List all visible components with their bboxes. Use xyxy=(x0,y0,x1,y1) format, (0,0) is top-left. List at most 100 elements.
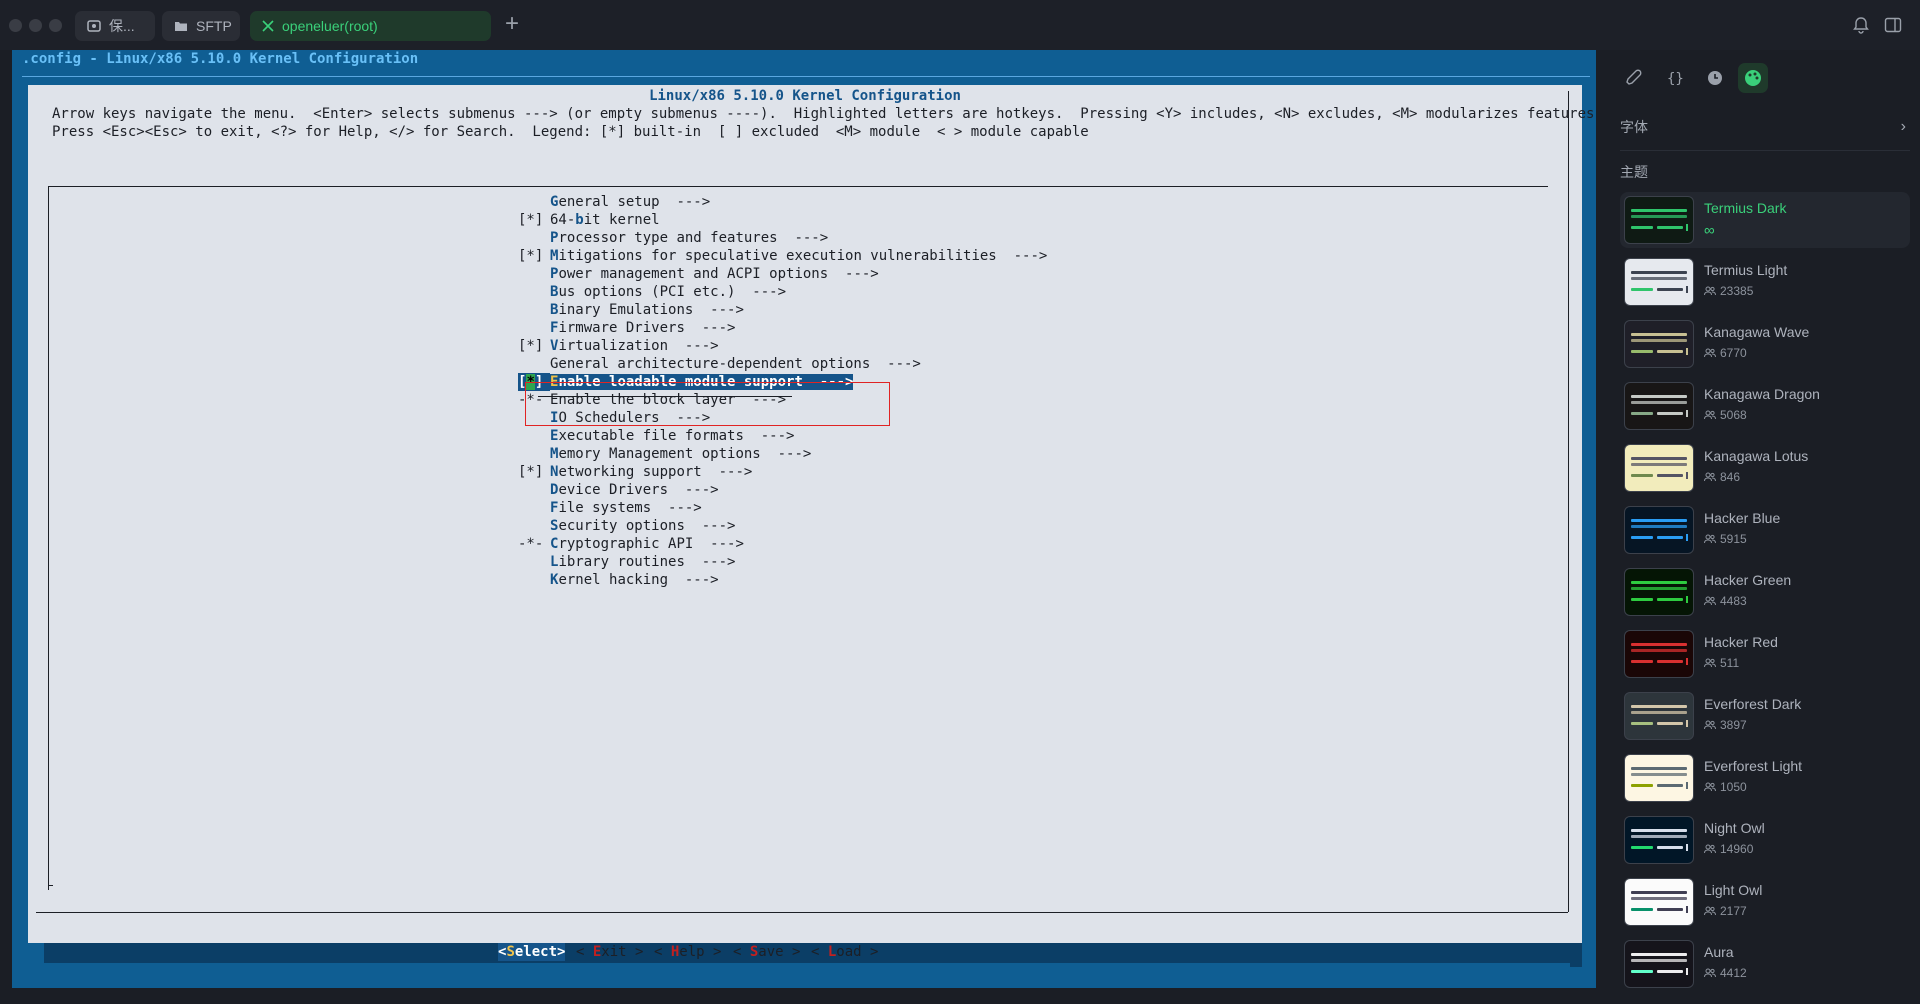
theme-card[interactable]: Light Owl 2177 xyxy=(1620,874,1910,930)
preview-cursor xyxy=(1686,348,1688,355)
menu-item[interactable]: Device Drivers ---> xyxy=(518,481,1047,499)
folder-icon xyxy=(175,22,187,31)
clock-icon[interactable] xyxy=(1704,67,1726,89)
dialog-button[interactable]: < Load > xyxy=(811,943,878,961)
menu-item[interactable]: Library routines ---> xyxy=(518,553,1047,571)
menu-item-text: ower management and ACPI options ---> xyxy=(558,266,879,282)
theme-card[interactable]: Everforest Light 1050 xyxy=(1620,750,1910,806)
font-section-label[interactable]: 字体 xyxy=(1620,117,1648,137)
menu-item-text: ecurity options ---> xyxy=(558,518,736,534)
menu-item-label: Executable file formats ---> xyxy=(550,428,794,444)
menu-item[interactable]: General setup ---> xyxy=(518,193,1047,211)
highlight-annotation xyxy=(525,382,890,426)
tab-terminal[interactable]: openeluer(root) xyxy=(250,11,491,41)
theme-card[interactable]: Kanagawa Dragon 5068 xyxy=(1620,378,1910,434)
download-count: 1050 xyxy=(1720,780,1747,794)
palette-button[interactable] xyxy=(1738,63,1768,93)
button-bracket: < xyxy=(654,944,671,960)
menu-item[interactable]: Kernel hacking ---> xyxy=(518,571,1047,589)
svg-text:{}: {} xyxy=(1667,71,1684,87)
rocket-icon[interactable] xyxy=(1624,67,1646,89)
terminal-view[interactable]: .config - Linux/x86 5.10.0 Kernel Config… xyxy=(12,50,1596,988)
menu-item[interactable]: Firmware Drivers ---> xyxy=(518,319,1047,337)
new-tab-button[interactable]: + xyxy=(500,12,524,36)
minimize-window-button[interactable] xyxy=(29,19,42,32)
users-icon xyxy=(1704,596,1716,606)
theme-downloads: 6770 xyxy=(1704,346,1747,360)
preview-line xyxy=(1657,908,1683,911)
preview-line xyxy=(1631,829,1687,832)
theme-preview xyxy=(1624,320,1694,368)
button-bracket: < xyxy=(576,944,593,960)
preview-cursor xyxy=(1686,968,1688,975)
preview-line xyxy=(1631,474,1653,477)
theme-name: Termius Dark xyxy=(1704,200,1787,216)
preview-cursor xyxy=(1686,224,1688,231)
menu-item[interactable]: Executable file formats ---> xyxy=(518,427,1047,445)
theme-card[interactable]: Termius Light 23385 xyxy=(1620,254,1910,310)
preview-line xyxy=(1657,536,1683,539)
menu-item-label: Power management and ACPI options ---> xyxy=(550,266,879,282)
menu-item-text: irtualization ---> xyxy=(558,338,719,354)
menu-item[interactable]: -*- Cryptographic API ---> xyxy=(518,535,1047,553)
menu-item[interactable]: Processor type and features ---> xyxy=(518,229,1047,247)
users-icon xyxy=(1704,534,1716,544)
preview-line xyxy=(1657,660,1683,663)
menu-item[interactable]: Memory Management options ---> xyxy=(518,445,1047,463)
menu-item[interactable]: Bus options (PCI etc.) ---> xyxy=(518,283,1047,301)
theme-card[interactable]: Kanagawa Lotus 846 xyxy=(1620,440,1910,496)
theme-card[interactable]: Hacker Red 511 xyxy=(1620,626,1910,682)
theme-name: Hacker Green xyxy=(1704,572,1792,588)
settings-panel: {} 字体 › 主题 Termius Dark ∞ Termius Light 233… xyxy=(1610,50,1920,1004)
menu-item[interactable]: Binary Emulations ---> xyxy=(518,301,1047,319)
menu-item[interactable]: General architecture-dependent options -… xyxy=(518,355,1047,373)
tab-vault[interactable]: 保... xyxy=(75,11,155,41)
menu-item[interactable]: [*] Networking support ---> xyxy=(518,463,1047,481)
preview-line xyxy=(1631,587,1687,590)
theme-card[interactable]: Hacker Green 4483 xyxy=(1620,564,1910,620)
preview-line xyxy=(1631,953,1687,956)
close-window-button[interactable] xyxy=(9,19,22,32)
menu-item-text: inary Emulations ---> xyxy=(558,302,744,318)
button-text: oad > xyxy=(836,944,879,960)
menu-item-text: 64- xyxy=(550,212,576,228)
theme-card[interactable]: Everforest Dark 3897 xyxy=(1620,688,1910,744)
menu-item[interactable]: [*] Mitigations for speculative execution… xyxy=(518,247,1047,265)
theme-card[interactable]: Hacker Blue 5915 xyxy=(1620,502,1910,558)
preview-line xyxy=(1631,457,1687,460)
theme-card[interactable]: Night Owl 14960 xyxy=(1620,812,1910,868)
preview-cursor xyxy=(1686,472,1688,479)
theme-card[interactable]: Kanagawa Wave 6770 xyxy=(1620,316,1910,372)
chevron-right-icon[interactable]: › xyxy=(1901,118,1906,136)
menu-item[interactable]: Security options ---> xyxy=(518,517,1047,535)
menu-item-label: File systems ---> xyxy=(550,500,702,516)
preview-line xyxy=(1631,959,1687,962)
menu-item[interactable]: [*] 64-bit kernel xyxy=(518,211,1047,229)
menu-item-label: General architecture-dependent options -… xyxy=(550,356,921,372)
sidebar-toggle-icon[interactable] xyxy=(1884,16,1902,34)
theme-card[interactable]: Aura 4412 xyxy=(1620,936,1910,992)
theme-downloads: 4412 xyxy=(1704,966,1747,980)
maximize-window-button[interactable] xyxy=(49,19,62,32)
dialog-button[interactable]: < Exit > xyxy=(576,943,643,961)
users-icon xyxy=(1704,906,1716,916)
theme-name: Light Owl xyxy=(1704,882,1763,898)
preview-line xyxy=(1631,525,1687,528)
menu-item[interactable]: [*] Virtualization ---> xyxy=(518,337,1047,355)
tab-sftp[interactable]: SFTP xyxy=(162,11,240,41)
preview-cursor xyxy=(1686,720,1688,727)
bell-icon[interactable] xyxy=(1852,16,1870,34)
bottom-strip xyxy=(0,988,1610,1004)
menu-item[interactable]: Power management and ACPI options ---> xyxy=(518,265,1047,283)
braces-icon[interactable]: {} xyxy=(1664,67,1686,89)
theme-name: Hacker Red xyxy=(1704,634,1778,650)
dialog-button[interactable]: <Select> xyxy=(498,943,566,961)
dialog-button[interactable]: < Save > xyxy=(733,943,800,961)
preview-line xyxy=(1631,395,1687,398)
theme-card[interactable]: Termius Dark ∞ xyxy=(1620,192,1910,248)
menu-item[interactable]: File systems ---> xyxy=(518,499,1047,517)
dialog-button[interactable]: < Help > xyxy=(654,943,721,961)
close-tab-icon[interactable] xyxy=(262,20,274,32)
dialog-border xyxy=(36,912,1568,913)
preview-line xyxy=(1631,970,1653,973)
